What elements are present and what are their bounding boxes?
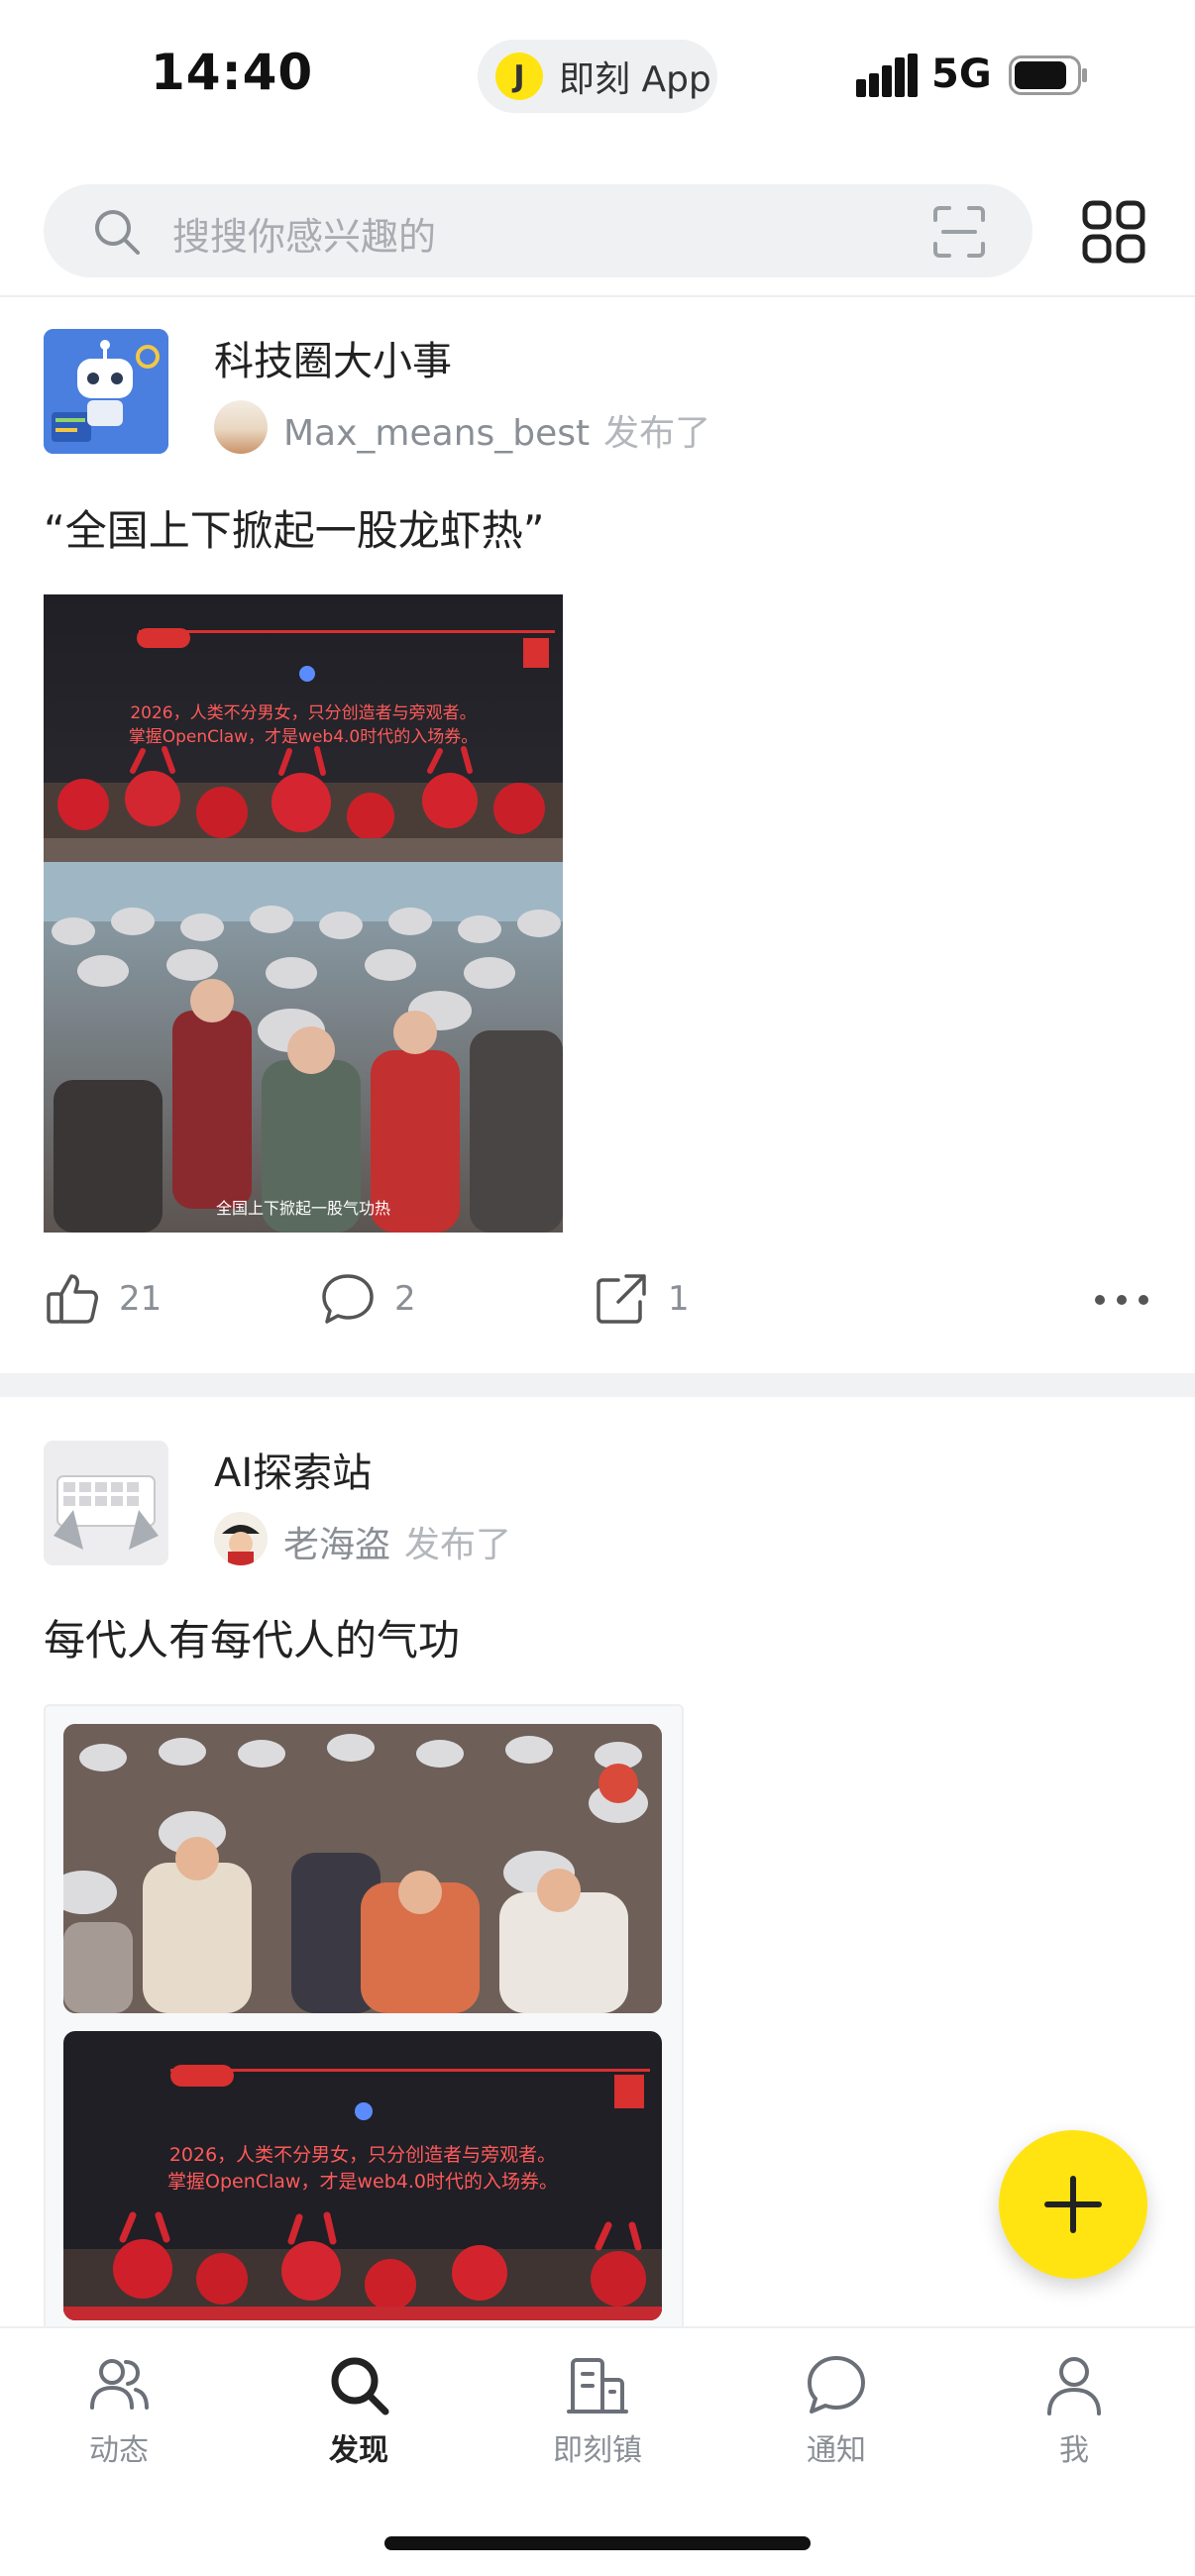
tab-label: 通知 [807,2433,866,2468]
user-name-text[interactable]: 老海盗 [283,1525,390,1565]
red-stripe [170,2069,650,2072]
timer-icon [355,2102,373,2120]
post-text[interactable]: 每代人有每代人的气功 [44,1607,460,1667]
plus-icon [1044,2176,1102,2233]
crowd-silver-pots-illustration [63,1724,662,2013]
screen-caption-line1: 2026，人类不分男女，只分创造者与旁观者。 [168,2144,557,2166]
person-icon [1047,2357,1101,2415]
chat-bubble-icon [808,2356,865,2414]
feed-post: AI探索站 老海盗 发布了 每代人有每代人的气功 2026，人类不分男女，只分创… [0,0,1195,2338]
tab-label: 即刻镇 [553,2433,642,2468]
published-label: 发布了 [404,1525,512,1565]
crowd-red-hats-illustration [63,2211,662,2320]
tab-notifications[interactable]: 通知 [757,2352,916,2469]
post-image[interactable]: 2026，人类不分男女，只分创造者与旁观者。 掌握OpenClaw，才是web4… [63,2031,662,2320]
keyboard-robot-image [44,1441,168,1565]
home-indicator[interactable] [384,2536,811,2550]
compose-button[interactable] [999,2130,1147,2279]
post-image-card[interactable]: 2026，人类不分男女，只分创造者与旁观者。 掌握OpenClaw，才是web4… [44,1704,684,2338]
screen-caption-line2: 掌握OpenClaw，才是web4.0时代的入场券。 [167,2171,558,2193]
screen-caption: 2026，人类不分男女，只分创造者与旁观者。 掌握OpenClaw，才是web4… [63,2142,662,2196]
tab-me[interactable]: 我 [995,2352,1153,2469]
topic-avatar[interactable] [44,1441,168,1565]
people-icon [90,2359,149,2410]
tab-label: 动态 [89,2433,149,2468]
post-image[interactable] [63,1724,662,2013]
tab-label: 我 [1059,2433,1089,2468]
user-name[interactable]: 老海盗 发布了 [283,1516,511,1567]
topic-name[interactable]: AI探索站 [214,1441,372,1498]
search-icon [331,2357,389,2415]
tab-dynamic[interactable]: 动态 [40,2352,198,2469]
building-icon [567,2358,628,2414]
tab-label: 发现 [329,2433,388,2468]
pirate-avatar-image [214,1512,268,1565]
tab-discover[interactable]: 发现 [279,2352,438,2469]
logo-mark [614,2075,644,2108]
brand-badge [170,2065,234,2087]
tab-jike-town[interactable]: 即刻镇 [518,2352,677,2469]
user-avatar[interactable] [214,1512,268,1565]
